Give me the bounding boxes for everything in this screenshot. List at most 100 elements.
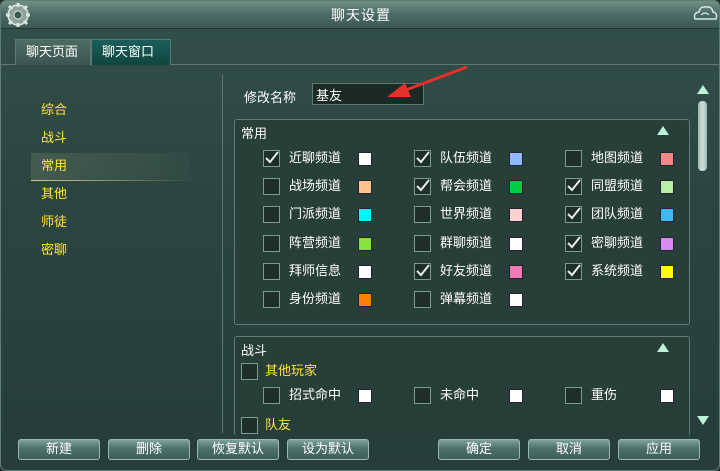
channel-checkbox[interactable] [414,234,431,252]
channel-checkbox[interactable] [414,387,431,404]
channel-label: 密聊频道 [591,235,644,251]
channel-label: 同盟频道 [591,179,644,195]
check-icon [416,264,430,277]
rename-label: 修改名称 [244,91,297,106]
tab-chat-window[interactable]: 聊天窗口 [91,39,171,65]
channel-color-swatch[interactable] [358,208,372,223]
channel-color-swatch[interactable] [509,152,523,166]
channel-label: 拜师信息 [289,263,342,279]
channel-checkbox[interactable] [263,206,280,224]
channel-label: 招式命中 [289,388,342,403]
channel-color-swatch[interactable] [509,264,523,279]
channel-checkbox[interactable] [263,262,280,280]
channel-label: 阵营频道 [289,235,342,251]
channel-color-swatch[interactable] [660,236,674,251]
channel-color-swatch[interactable] [660,264,674,279]
channel-color-swatch[interactable] [509,236,523,251]
tab-chat-page[interactable]: 聊天页面 [15,39,91,65]
channel-checkbox[interactable] [565,262,582,280]
set-default-button[interactable]: 设为默认 [287,439,369,460]
channel-label: 弹幕频道 [440,292,493,307]
sidebar-item-common[interactable]: 常用 [31,153,191,181]
common-group-title: 常用 [241,127,268,142]
title-bar: 聊天设置 [1,1,719,29]
sidebar-item-general[interactable]: 综合 [31,97,191,125]
sidebar-item-other[interactable]: 其他 [31,181,191,209]
channel-checkbox[interactable] [263,291,280,308]
channel-color-swatch[interactable] [660,389,674,403]
scroll-up-icon[interactable] [697,85,709,94]
channel-label: 队伍频道 [440,151,493,166]
scrollbar[interactable] [694,85,712,425]
panel-divider [222,75,223,433]
channel-checkbox[interactable] [414,262,431,280]
check-icon [567,179,581,192]
channel-checkbox[interactable] [263,178,280,196]
cancel-button[interactable]: 取消 [528,439,610,460]
channel-color-swatch[interactable] [660,152,674,166]
channel-checkbox[interactable] [414,206,431,224]
combat-group-title: 战斗 [241,344,268,359]
channel-checkbox[interactable] [565,150,582,167]
triangle-up-icon[interactable] [657,126,669,135]
channel-color-swatch[interactable] [509,293,523,307]
check-icon [567,207,581,220]
channel-checkbox[interactable] [565,387,582,404]
tab-bar: 聊天页面 聊天窗口 [1,39,719,65]
channel-color-swatch[interactable] [509,180,523,195]
channel-checkbox[interactable] [263,234,280,252]
triangle-up-icon[interactable] [657,343,669,352]
channel-label: 好友频道 [440,263,493,279]
check-icon [567,264,581,277]
scroll-thumb[interactable] [698,101,707,171]
cloud-close-icon[interactable] [691,3,719,27]
channel-checkbox[interactable] [263,387,280,404]
channel-checkbox[interactable] [565,178,582,196]
channel-color-swatch[interactable] [509,389,523,403]
channel-checkbox[interactable] [414,291,431,308]
channel-label: 系统频道 [591,263,644,279]
channel-label: 世界频道 [440,207,493,223]
channel-label: 帮会频道 [440,179,493,195]
channel-color-swatch[interactable] [358,180,372,195]
channel-label: 门派频道 [289,207,342,223]
channel-label: 群聊频道 [440,235,493,251]
apply-button[interactable]: 应用 [618,439,700,460]
channel-color-swatch[interactable] [660,208,674,223]
teammate-label: 队友 [265,418,292,433]
channel-color-swatch[interactable] [660,180,674,195]
channel-checkbox[interactable] [414,178,431,196]
channel-label: 团队频道 [591,207,644,223]
ok-button[interactable]: 确定 [438,439,520,460]
scroll-down-icon[interactable] [697,416,709,425]
channel-color-swatch[interactable] [358,236,372,251]
sidebar-item-private[interactable]: 密聊 [31,237,191,265]
channel-checkbox[interactable] [263,150,280,167]
channel-label: 地图频道 [591,151,644,166]
channel-checkbox[interactable] [565,234,582,252]
channel-checkbox[interactable] [414,150,431,167]
channel-category-sidebar: 综合 战斗 常用 其他 师徒 密聊 [31,97,191,265]
channel-color-swatch[interactable] [509,208,523,223]
channel-checkbox[interactable] [565,206,582,224]
combat-channel-group: 战斗 其他玩家 招式命中 未命中 重伤 队友 [234,336,690,436]
channel-label: 重伤 [591,388,618,403]
delete-button[interactable]: 删除 [108,439,190,460]
restore-default-button[interactable]: 恢复默认 [197,439,279,460]
channel-color-swatch[interactable] [358,389,372,403]
sidebar-item-combat[interactable]: 战斗 [31,125,191,153]
common-channel-group: 常用 近聊频道 队伍频道 地图频道战场频道 帮会频道 同盟频道门派频道 世界频道 团队频道阵… [234,119,690,325]
check-icon [567,235,581,249]
channel-color-swatch[interactable] [358,152,372,166]
channel-color-swatch[interactable] [358,293,372,307]
channel-label: 近聊频道 [289,151,342,166]
new-button[interactable]: 新建 [18,439,100,460]
chat-settings-window: 聊天设置 聊天页面 聊天窗口 综合 战斗 常用 其他 师徒 密聊 修改名称 常用… [0,0,720,471]
teammate-checkbox[interactable] [241,417,258,434]
channel-label: 战场频道 [289,179,342,195]
window-title: 聊天设置 [331,8,391,24]
channel-color-swatch[interactable] [358,264,372,279]
sidebar-item-mentor[interactable]: 师徒 [31,209,191,237]
other-players-checkbox[interactable] [241,363,258,380]
channel-label: 未命中 [440,388,480,403]
